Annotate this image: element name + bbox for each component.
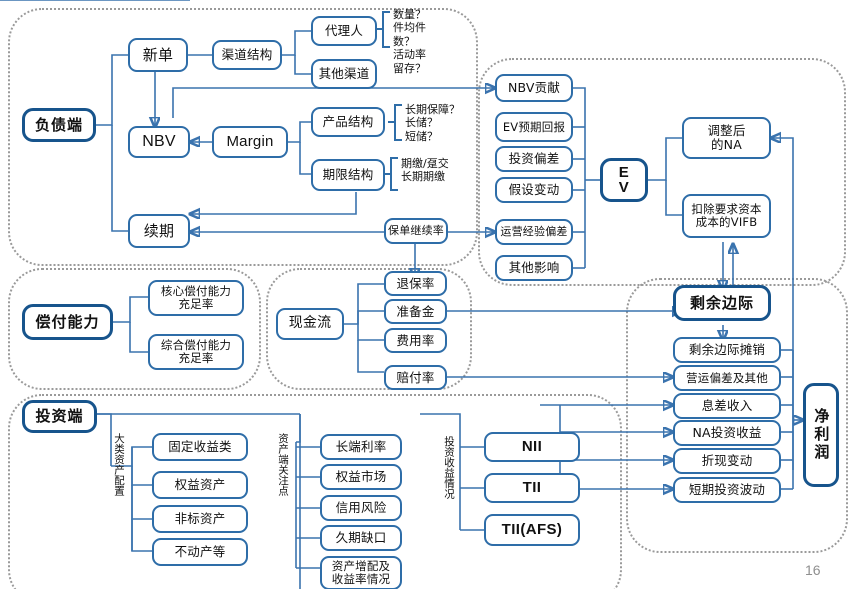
node-product-structure[interactable]: 产品结构 (311, 107, 385, 137)
ev-title-line1: E (618, 164, 630, 181)
node-ev-item-assumption-change[interactable]: 假设变动 (495, 177, 573, 203)
node-net-profit[interactable]: 净利润 (803, 383, 839, 487)
node-ev-item-nbv-contribution[interactable]: NBV贡献 (495, 74, 573, 102)
node-core-solvency-ratio[interactable]: 核心偿付能力 充足率 (148, 280, 244, 316)
annotation-term-questions: 期缴/趸交 长期期缴 (401, 157, 449, 184)
node-agent[interactable]: 代理人 (311, 16, 377, 46)
node-new-business[interactable]: 新单 (128, 38, 188, 72)
label-investment-return: 投资收益情况 (443, 436, 456, 499)
node-ev-root[interactable]: E V (600, 158, 648, 202)
node-long-end-rate[interactable]: 长端利率 (320, 434, 402, 460)
node-surrender-rate[interactable]: 退保率 (384, 271, 447, 296)
node-asset-increase-yield[interactable]: 资产增配及 收益率情况 (320, 556, 402, 589)
node-ev-item-investment-variance[interactable]: 投资偏差 (495, 146, 573, 172)
node-persistency-rate[interactable]: 保单继续率 (384, 218, 448, 244)
page-number: 16 (805, 562, 821, 578)
node-cashflow-root[interactable]: 现金流 (276, 308, 344, 340)
node-adjusted-na[interactable]: 调整后 的NA (682, 117, 771, 159)
node-discount-change[interactable]: 折现变动 (673, 448, 781, 474)
node-duration-gap[interactable]: 久期缺口 (320, 525, 402, 551)
node-channel-structure[interactable]: 渠道结构 (212, 40, 282, 70)
node-spread-income[interactable]: 息差收入 (673, 393, 781, 419)
node-comprehensive-solvency-ratio[interactable]: 综合偿付能力 充足率 (148, 334, 244, 370)
node-renewal[interactable]: 续期 (128, 214, 190, 248)
node-liability-root[interactable]: 负债端 (22, 108, 96, 142)
node-ev-item-expected-return[interactable]: EV预期回报 (495, 112, 573, 142)
ev-title-line2: V (618, 179, 630, 196)
node-tii[interactable]: TII (484, 473, 580, 503)
node-short-term-investment-volatility[interactable]: 短期投资波动 (673, 477, 781, 503)
node-equity-assets[interactable]: 权益资产 (152, 471, 248, 499)
node-na-investment-return[interactable]: NA投资收益 (673, 420, 781, 446)
node-investment-root[interactable]: 投资端 (22, 400, 97, 433)
node-equity-market[interactable]: 权益市场 (320, 464, 402, 490)
node-other-channel[interactable]: 其他渠道 (311, 59, 377, 89)
node-nbv[interactable]: NBV (128, 126, 190, 158)
node-term-structure[interactable]: 期限结构 (311, 159, 385, 191)
node-vifb[interactable]: 扣除要求资本 成本的VIFB (682, 194, 771, 238)
annotation-product-questions: 长期保障？ 长储？ 短储？ (405, 103, 460, 143)
node-real-estate[interactable]: 不动产等 (152, 538, 248, 566)
node-residual-margin-amortization[interactable]: 剩余边际摊销 (673, 337, 781, 363)
node-fixed-income[interactable]: 固定收益类 (152, 433, 248, 461)
node-nii[interactable]: NII (484, 432, 580, 462)
node-credit-risk[interactable]: 信用风险 (320, 495, 402, 521)
diagram-canvas: 负债端 新单 NBV Margin 续期 渠道结构 代理人 其他渠道 产品结构 … (0, 0, 849, 589)
node-ev-item-other-impact[interactable]: 其他影响 (495, 255, 573, 281)
label-asset-allocation: 大类资产配置 (113, 433, 126, 496)
node-residual-margin[interactable]: 剩余边际 (673, 285, 771, 321)
node-margin[interactable]: Margin (212, 126, 288, 158)
label-asset-focus: 资产端关注点 (277, 433, 290, 496)
node-operating-variance-other[interactable]: 营运偏差及其他 (673, 365, 781, 391)
node-claim-ratio[interactable]: 赔付率 (384, 365, 447, 390)
node-nonstandard-assets[interactable]: 非标资产 (152, 505, 248, 533)
node-ev-item-operating-variance[interactable]: 运营经验偏差 (495, 219, 573, 245)
node-expense-ratio[interactable]: 费用率 (384, 328, 447, 353)
node-solvency-root[interactable]: 偿付能力 (22, 304, 113, 340)
node-tii-afs[interactable]: TII(AFS) (484, 514, 580, 546)
annotation-agent-questions: 数量？ 件均件 数？ 活动率 留存？ (393, 8, 426, 75)
node-reserve[interactable]: 准备金 (384, 299, 447, 324)
